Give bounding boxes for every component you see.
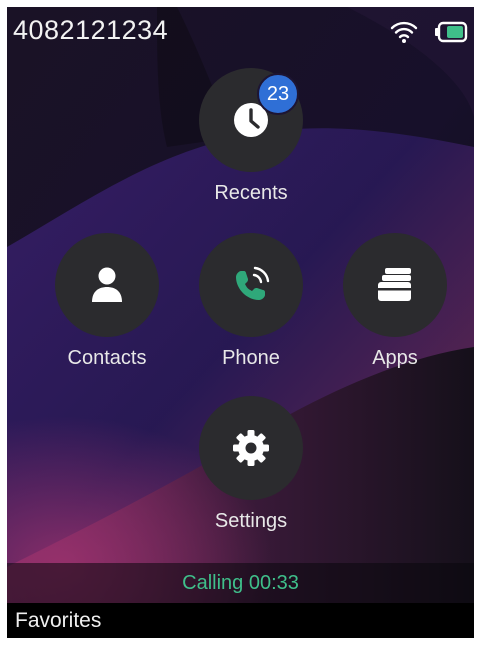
phone-label: Phone [222,347,280,369]
apps-button[interactable] [343,233,447,337]
status-icons [390,19,468,45]
phone-tile[interactable]: Phone [179,233,323,368]
person-icon [92,267,122,302]
active-call-strip[interactable]: Calling 00:33 [7,563,474,603]
phone-button[interactable] [199,233,303,337]
stacked-cards-icon [378,268,411,301]
recents-label: Recents [214,182,288,204]
battery-icon [435,21,468,43]
favorites-softkey[interactable]: Favorites [15,609,101,633]
phone-active-icon [236,266,270,300]
settings-button[interactable] [199,396,303,500]
contacts-button[interactable] [55,233,159,337]
gear-icon [233,430,269,466]
phone-screen: 4082121234 Recents 23 Contacts Phone App… [7,7,474,638]
apps-tile[interactable]: Apps [323,233,467,368]
contacts-tile[interactable]: Contacts [35,233,179,368]
phone-number: 4082121234 [13,15,169,45]
settings-label: Settings [214,510,288,532]
call-status: Calling 00:33 [182,571,299,594]
missed-calls-badge: 23 [257,73,299,115]
status-bar: 4082121234 [7,7,474,59]
recents-tile[interactable]: Recents [179,68,323,203]
settings-tile[interactable]: Settings [179,396,323,531]
contacts-label: Contacts [67,347,147,369]
softkey-bar: Favorites [7,603,474,638]
apps-label: Apps [372,347,418,369]
wifi-icon [390,21,418,43]
